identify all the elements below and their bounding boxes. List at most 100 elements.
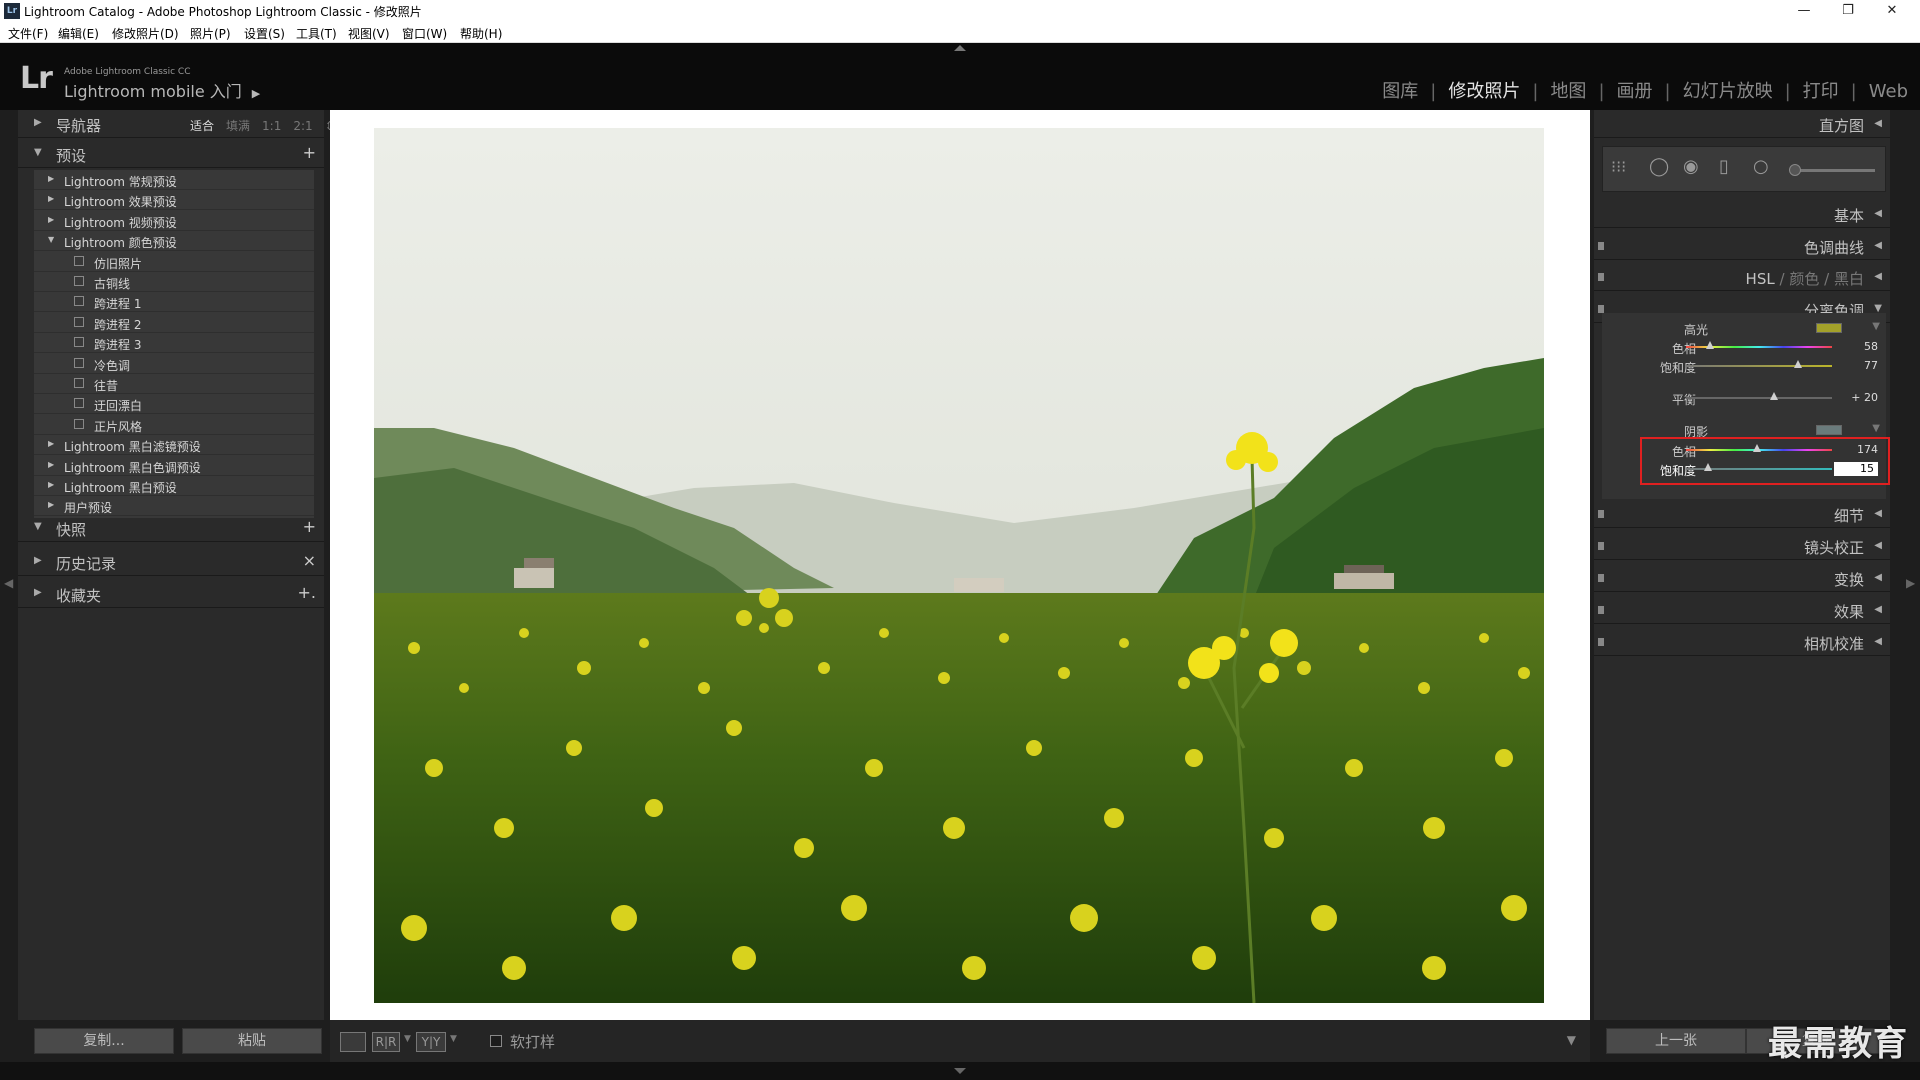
collections-header[interactable]: ▶ 收藏夹 +. [18, 580, 324, 608]
maximize-button[interactable]: ❐ [1826, 0, 1870, 22]
panel-switch-icon[interactable] [1598, 606, 1604, 614]
menu-photo[interactable]: 照片(P) [190, 25, 231, 42]
panel-switch-icon[interactable] [1598, 638, 1604, 646]
collapsed-triangle-icon[interactable]: ▶ [48, 460, 54, 469]
module-4[interactable]: 幻灯片放映 [1683, 77, 1773, 103]
clear-history-icon[interactable]: × [303, 551, 316, 570]
module-0[interactable]: 图库 [1382, 77, 1418, 103]
collapsed-triangle-icon[interactable]: ▶ [48, 500, 54, 509]
crop-overlay-icon[interactable]: ⁝⁝⁝ [1611, 157, 1626, 176]
graduated-filter-icon[interactable]: ▯ [1719, 156, 1729, 177]
effects-header[interactable]: 效果 ◀ [1594, 596, 1890, 624]
snapshots-header[interactable]: ▼ 快照 + [18, 514, 324, 542]
highlights-color-swatch[interactable] [1816, 323, 1842, 333]
module-5[interactable]: 打印 [1803, 77, 1839, 103]
shadows-saturation-slider[interactable]: 饱和度 15 [1602, 460, 1886, 478]
panel-switch-icon[interactable] [1598, 305, 1604, 313]
module-3[interactable]: 画册 [1617, 77, 1653, 103]
brush-slider[interactable] [1795, 169, 1875, 172]
saturation-value-input[interactable]: 15 [1834, 462, 1878, 476]
filmstrip-toggle-icon[interactable] [954, 1068, 966, 1074]
balance-track[interactable] [1686, 397, 1832, 399]
menu-settings[interactable]: 设置(S) [244, 25, 285, 42]
preset-folder[interactable]: ▶ Lightroom 常规预设 [34, 170, 314, 190]
module-6[interactable]: Web [1869, 81, 1908, 102]
lightroom-mobile-link[interactable]: Lightroom mobile 入门 ▶ [64, 78, 260, 102]
panel-switch-icon[interactable] [1598, 273, 1604, 281]
preset-item[interactable]: 仿旧照片 [34, 252, 314, 272]
slider-thumb[interactable] [1705, 341, 1714, 349]
slider-thumb[interactable] [1769, 392, 1778, 400]
slider-thumb[interactable] [1703, 463, 1712, 471]
preset-folder[interactable]: ▶ Lightroom 视频预设 [34, 211, 314, 231]
menu-edit[interactable]: 编辑(E) [58, 25, 99, 42]
zoom-fit[interactable]: 适合 [190, 119, 214, 133]
basic-header[interactable]: 基本 ◀ [1594, 200, 1890, 228]
navigator-header[interactable]: ▶ 导航器 适合填满1:12:1⇕ [18, 110, 335, 138]
collapsed-triangle-icon[interactable]: ▶ [48, 174, 54, 183]
brush-icon[interactable] [1789, 164, 1801, 176]
detail-header[interactable]: 细节 ◀ [1594, 500, 1890, 528]
add-snapshot-icon[interactable]: + [303, 517, 316, 536]
collapsed-triangle-icon[interactable]: ▶ [48, 480, 54, 489]
menu-tools[interactable]: 工具(T) [296, 25, 337, 42]
slider-thumb[interactable] [1752, 444, 1761, 452]
saturation-track[interactable] [1686, 365, 1832, 367]
menu-help[interactable]: 帮助(H) [460, 25, 502, 42]
chevron-down-icon[interactable]: ▼ [450, 1034, 457, 1044]
highlights-saturation-slider[interactable]: 饱和度 77 [1602, 357, 1886, 375]
collapsed-triangle-icon[interactable]: ▶ [48, 215, 54, 224]
radial-filter-icon[interactable]: ○ [1753, 156, 1769, 177]
lens-correction-header[interactable]: 镜头校正 ◀ [1594, 532, 1890, 560]
histogram-header[interactable]: 直方图 ◀ [1594, 110, 1890, 138]
close-button[interactable]: ✕ [1870, 0, 1914, 22]
panel-switch-icon[interactable] [1598, 574, 1604, 582]
menu-view[interactable]: 视图(V) [348, 25, 390, 42]
preset-item[interactable]: 正片风格 [34, 415, 314, 435]
module-2[interactable]: 地图 [1550, 77, 1586, 103]
preset-folder[interactable]: ▶ Lightroom 黑白预设 [34, 476, 314, 496]
panel-switch-icon[interactable] [1598, 542, 1604, 550]
preset-item[interactable]: 往昔 [34, 374, 314, 394]
preset-folder[interactable]: ▶ Lightroom 黑白滤镜预设 [34, 435, 314, 456]
before-after-split-icon[interactable]: Y|Y [416, 1032, 446, 1052]
expanded-triangle-icon[interactable]: ▼ [48, 235, 54, 244]
collapsed-triangle-icon[interactable]: ▶ [48, 439, 54, 448]
bw-tab[interactable]: 黑白 [1834, 270, 1864, 288]
menu-window[interactable]: 窗口(W) [402, 25, 447, 42]
copy-settings-button[interactable]: 复制... [34, 1028, 174, 1054]
before-after-lr-icon[interactable]: R|R [372, 1032, 400, 1052]
shadows-hue-slider[interactable]: 色相 174 [1602, 441, 1886, 459]
top-panel-toggle-icon[interactable] [954, 45, 966, 51]
chevron-down-icon[interactable]: ▼ [1872, 423, 1880, 434]
panel-switch-icon[interactable] [1598, 242, 1604, 250]
menu-develop[interactable]: 修改照片(D) [112, 25, 179, 42]
module-1[interactable]: 修改照片 [1448, 77, 1520, 103]
add-preset-icon[interactable]: + [303, 143, 316, 162]
preset-folder[interactable]: ▼ Lightroom 颜色预设 [34, 231, 314, 252]
slider-value[interactable]: 77 [1864, 359, 1878, 372]
paste-settings-button[interactable]: 粘贴 [182, 1028, 322, 1054]
tone-curve-header[interactable]: 色调曲线 ◀ [1594, 232, 1890, 260]
preset-item[interactable]: 跨进程 2 [34, 313, 314, 333]
hsl-header[interactable]: HSL / 颜色 / 黑白 ◀ [1594, 263, 1890, 291]
loupe-view-icon[interactable] [340, 1032, 366, 1052]
presets-header[interactable]: ▼ 预设 + [18, 140, 324, 168]
balance-slider[interactable]: 平衡 + 20 [1602, 389, 1886, 407]
preset-item[interactable]: 古铜线 [34, 272, 314, 292]
highlights-hue-slider[interactable]: 色相 58 [1602, 338, 1886, 356]
hsl-tab[interactable]: HSL [1746, 270, 1775, 288]
preset-folder[interactable]: ▶ Lightroom 黑白色调预设 [34, 456, 314, 476]
red-eye-icon[interactable]: ◉ [1683, 156, 1699, 177]
chevron-down-icon[interactable]: ▼ [1872, 321, 1880, 332]
transform-header[interactable]: 变换 ◀ [1594, 564, 1890, 592]
preset-item[interactable]: 迂回漂白 [34, 394, 314, 415]
slider-value[interactable]: 174 [1857, 443, 1878, 456]
soft-proof-checkbox[interactable] [490, 1035, 502, 1047]
color-tab[interactable]: 颜色 [1789, 270, 1819, 288]
slider-thumb[interactable] [1794, 360, 1803, 368]
preset-item[interactable]: 跨进程 1 [34, 292, 314, 313]
toolbar-options-icon[interactable]: ▼ [1567, 1033, 1576, 1047]
left-panel-toggle-icon[interactable]: ◀ [4, 576, 13, 590]
collapsed-triangle-icon[interactable]: ▶ [48, 194, 54, 203]
